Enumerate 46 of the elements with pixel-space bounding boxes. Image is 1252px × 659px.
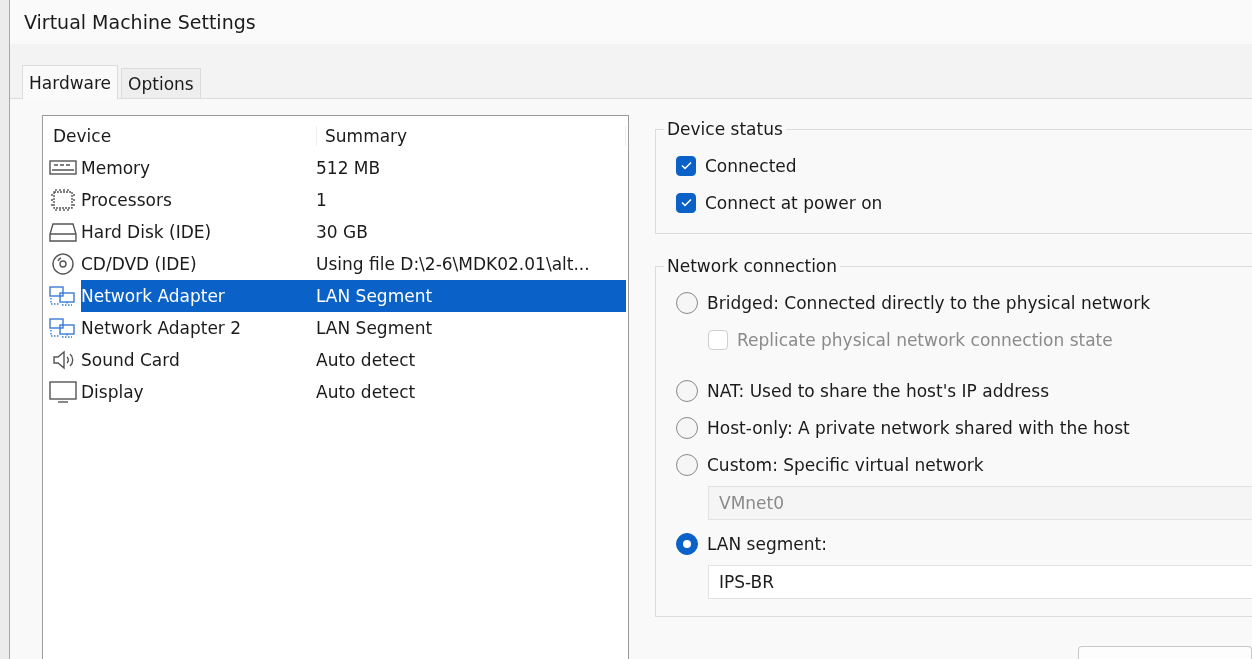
radio-label: Custom: Specific virtual network [707,454,984,475]
device-summary[interactable]: Auto detect [316,344,626,376]
radio-label: Bridged: Connected directly to the physical network [707,292,1150,313]
network-icon [48,316,78,340]
radio-button[interactable] [676,416,698,439]
device-summary[interactable]: 1 [316,184,626,216]
device-summary[interactable]: Using file D:\2-6\MDK02.01\alt... [316,248,626,280]
device-name[interactable]: Network Adapter [81,280,316,312]
device-summary[interactable]: Auto detect [316,376,626,408]
column-header[interactable]: Device [45,126,317,146]
check-icon [680,198,692,207]
tab[interactable]: Options [121,68,201,98]
device-name[interactable]: CD/DVD (IDE) [81,248,316,280]
checkbox-label: Replicate physical network connection state [737,329,1113,350]
device-summary[interactable]: 512 MB [316,152,626,184]
device-summary[interactable]: 30 GB [316,216,626,248]
network-icon [48,284,78,308]
processor-icon [48,188,78,212]
checkbox[interactable] [676,155,696,176]
group-title: Network connection [666,256,839,276]
radio-button[interactable] [676,532,698,555]
device-name[interactable]: Processors [81,184,316,216]
device-name[interactable]: Display [81,376,316,408]
tab[interactable]: Hardware [22,65,119,99]
radio-label: LAN segment: [707,533,827,554]
input-field[interactable]: IPS-BR [708,565,1252,599]
checkbox[interactable] [676,192,696,213]
window-title: Virtual Machine Settings [24,11,256,33]
group-title: Device status [666,119,784,139]
radio-button[interactable] [676,453,698,476]
device-summary[interactable]: LAN Segment [316,280,626,312]
radio-button[interactable] [676,379,698,402]
device-name[interactable]: Hard Disk (IDE) [81,216,316,248]
radio-button[interactable] [676,291,698,314]
column-header[interactable]: Summary [317,126,626,146]
radio-label: NAT: Used to share the host's IP address [707,380,1050,401]
monitor-icon [48,380,78,404]
dialog-button[interactable] [1078,646,1252,659]
device-name[interactable]: Sound Card [81,344,316,376]
radio-label: Host-only: A private network shared with the host [707,417,1130,438]
device-name[interactable]: Memory [81,152,316,184]
checkbox-label: Connected [705,155,797,176]
device-summary[interactable]: LAN Segment [316,312,626,344]
device-name[interactable]: Network Adapter 2 [81,312,316,344]
check-icon [680,161,692,170]
checkbox-label: Connect at power on [705,192,883,213]
